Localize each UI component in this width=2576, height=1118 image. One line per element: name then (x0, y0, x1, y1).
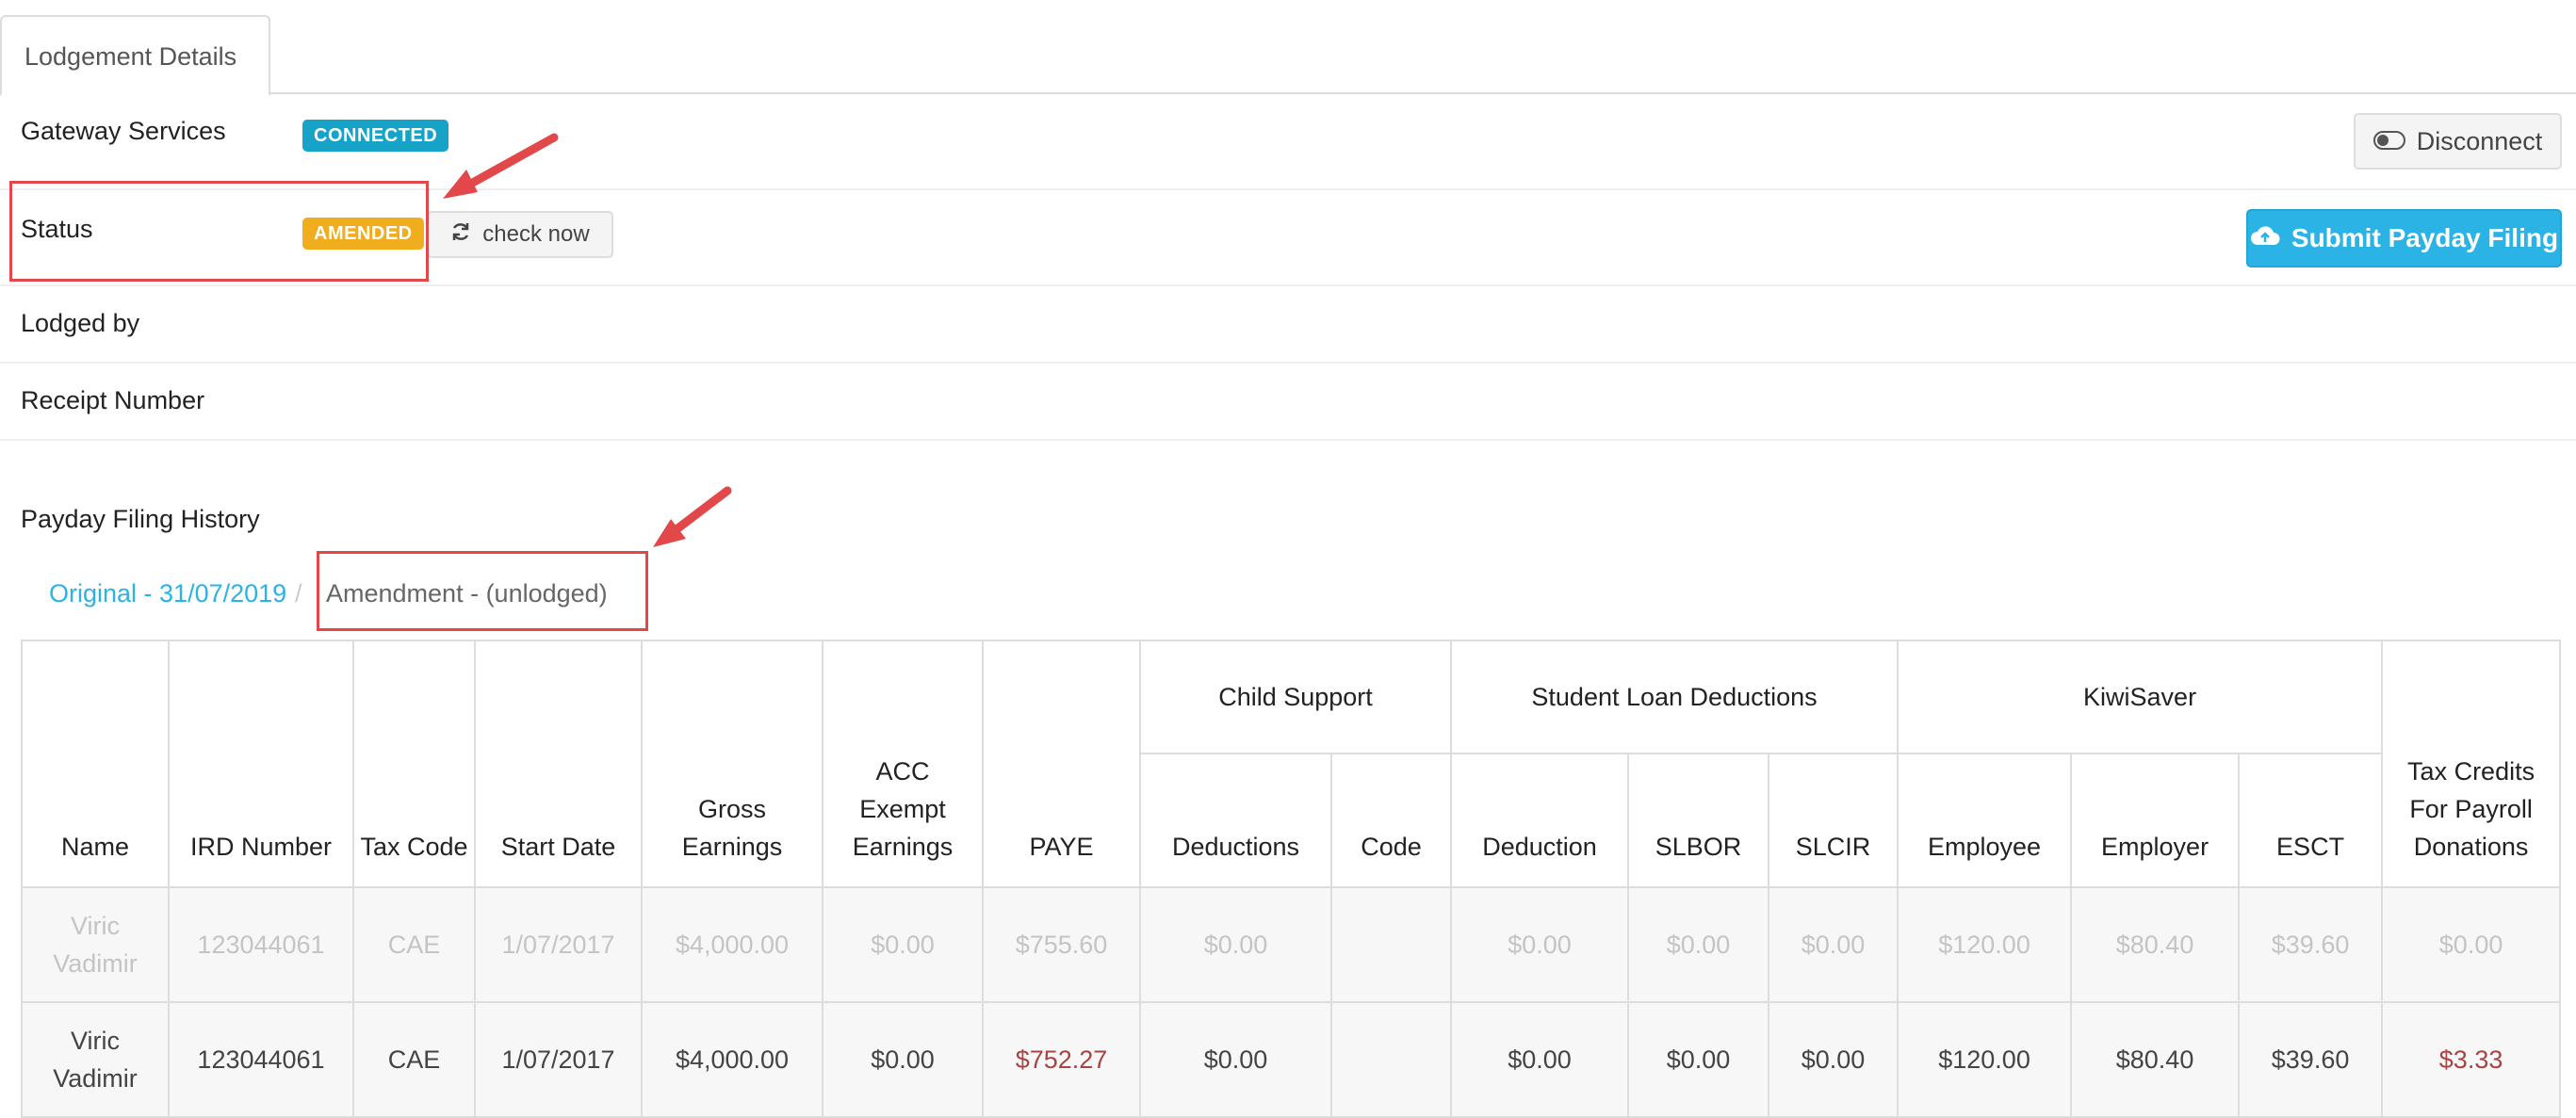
annotation-arrows (443, 133, 732, 547)
arrow-icon (443, 133, 559, 199)
arrow-icon (653, 486, 732, 547)
